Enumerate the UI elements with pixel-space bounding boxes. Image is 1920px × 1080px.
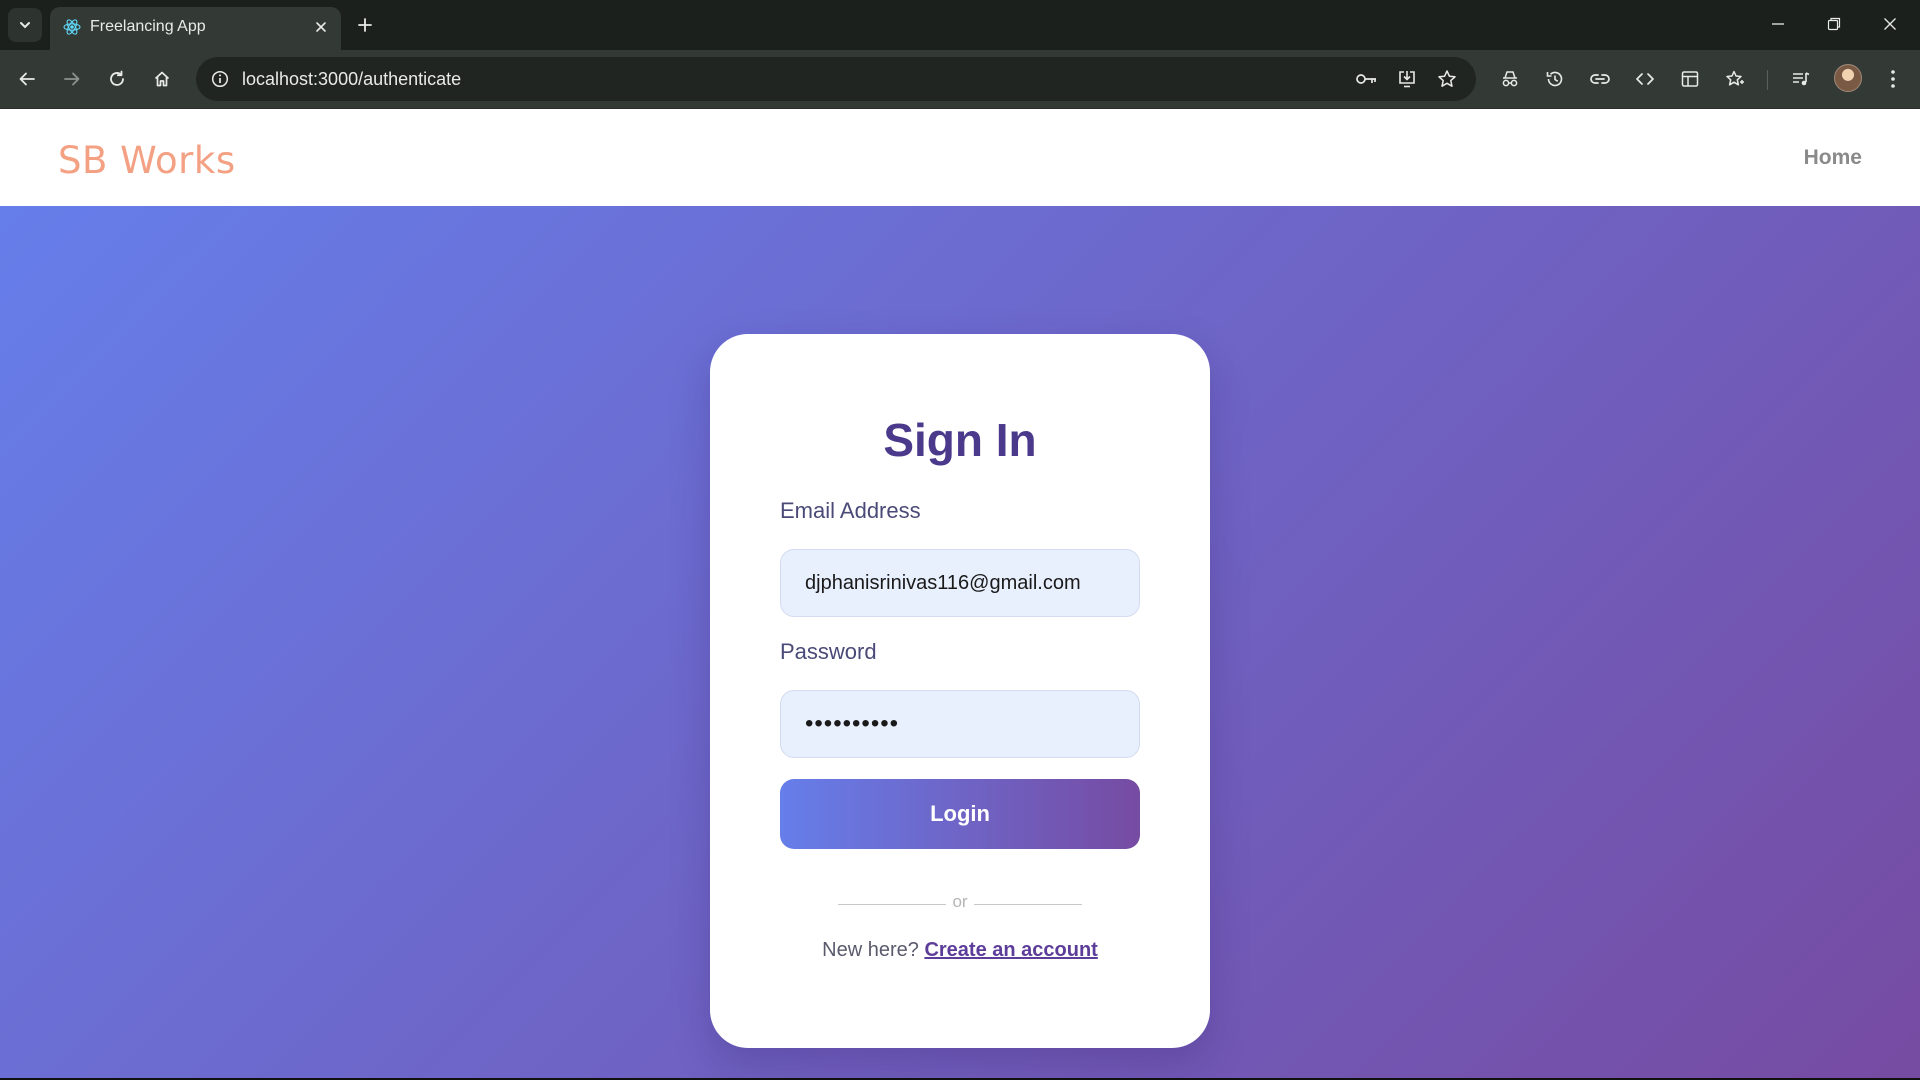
- minimize-button[interactable]: [1750, 0, 1806, 48]
- close-icon: [316, 22, 326, 32]
- info-icon: [211, 70, 229, 88]
- email-field[interactable]: [780, 549, 1140, 617]
- incognito-button[interactable]: [1493, 62, 1527, 96]
- password-label: Password: [780, 639, 877, 664]
- menu-button[interactable]: [1876, 62, 1910, 96]
- tab-list-button[interactable]: [8, 8, 42, 42]
- page-viewport: SB Works Home Sign In Email Address Pass…: [0, 109, 1920, 1078]
- sign-in-card: Sign In Email Address Password Login or …: [710, 334, 1210, 1048]
- signup-prompt: New here?: [822, 939, 919, 961]
- site-navbar: SB Works Home: [0, 109, 1920, 206]
- favorites-button[interactable]: [1718, 62, 1752, 96]
- reload-icon: [110, 70, 124, 86]
- brand-logo[interactable]: SB Works: [58, 139, 236, 182]
- passwords-button[interactable]: [1352, 64, 1382, 94]
- create-account-link[interactable]: Create an account: [924, 939, 1097, 961]
- browser-tab[interactable]: Freelancing App: [50, 7, 341, 50]
- email-label: Email Address: [780, 498, 921, 523]
- history-button[interactable]: [1538, 62, 1572, 96]
- star-icon: [1438, 70, 1456, 87]
- url-text[interactable]: localhost:3000/authenticate: [242, 69, 461, 90]
- minimize-icon: [1772, 23, 1784, 25]
- arrow-left-icon: [19, 72, 35, 86]
- site-info-button[interactable]: [204, 63, 236, 95]
- side-panel-button[interactable]: [1673, 62, 1707, 96]
- more-vertical-icon: [1891, 70, 1895, 88]
- tab-strip: Freelancing App: [0, 0, 1920, 50]
- devtools-button[interactable]: [1628, 62, 1662, 96]
- chevron-down-icon: [20, 22, 30, 29]
- address-bar[interactable]: localhost:3000/authenticate: [196, 57, 1476, 101]
- media-controls-button[interactable]: [1784, 62, 1818, 96]
- favorites-icon: [1726, 70, 1744, 86]
- close-icon: [1884, 18, 1896, 30]
- toolbar-separator: [1767, 70, 1768, 90]
- browser-toolbar: localhost:3000/authenticate: [0, 50, 1920, 109]
- login-button[interactable]: Login: [780, 779, 1140, 849]
- home-button[interactable]: [144, 61, 180, 97]
- tab-title: Freelancing App: [90, 18, 206, 35]
- restore-button[interactable]: [1806, 0, 1862, 48]
- avatar[interactable]: [1834, 64, 1862, 92]
- key-icon: [1356, 74, 1376, 84]
- divider-or: or: [952, 892, 968, 911]
- nav-link-home[interactable]: Home: [1804, 146, 1862, 170]
- copy-link-button[interactable]: [1583, 62, 1617, 96]
- link-icon: [1590, 74, 1610, 84]
- react-logo-icon: [63, 19, 81, 35]
- reload-button[interactable]: [99, 61, 135, 97]
- plus-icon: [358, 18, 372, 32]
- side-panel-icon: [1681, 71, 1699, 87]
- home-icon: [154, 71, 170, 87]
- password-field[interactable]: [780, 690, 1140, 758]
- auth-background: Sign In Email Address Password Login or …: [0, 206, 1920, 1078]
- bookmark-button[interactable]: [1432, 64, 1462, 94]
- close-window-button[interactable]: [1862, 0, 1918, 48]
- divider-line-right: [974, 904, 1082, 905]
- tab-close-button[interactable]: [309, 15, 333, 39]
- forward-button[interactable]: [54, 61, 90, 97]
- signup-row: New here? Create an account: [710, 939, 1210, 962]
- media-controls-icon: [1793, 72, 1810, 86]
- incognito-icon: [1502, 71, 1518, 87]
- arrow-right-icon: [64, 72, 80, 86]
- restore-icon: [1827, 17, 1841, 31]
- back-button[interactable]: [9, 61, 45, 97]
- page-title: Sign In: [883, 414, 1037, 466]
- history-icon: [1546, 71, 1563, 87]
- new-tab-button[interactable]: [350, 10, 380, 40]
- install-app-icon: [1399, 71, 1415, 88]
- code-icon: [1636, 73, 1654, 85]
- install-app-button[interactable]: [1392, 64, 1422, 94]
